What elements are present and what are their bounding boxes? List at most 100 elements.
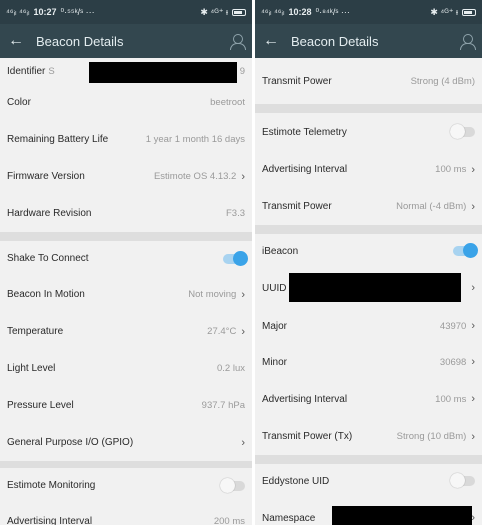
signal-icon: ⁴⁶ᵢₗ ⁴⁶ᵢₗ [6,6,30,17]
adv-interval-row[interactable]: Advertising Interval 200 ms [0,503,252,525]
tx-power-label: Transmit Power [262,75,332,87]
minor-row[interactable]: Minor 30698 › [255,344,482,380]
monitoring-label: Estimote Monitoring [7,480,96,491]
chevron-right-icon: › [241,288,245,301]
temperature-label: Temperature [7,326,64,337]
network-speed: ⁰·⁸⁴ᵏ/ˢ ··· [315,6,350,17]
battery-label: Remaining Battery Life [7,134,109,145]
chevron-right-icon: › [471,356,475,368]
hardware-row: Hardware Revision F3.3 [0,195,252,232]
ibeacon-interval-value: 100 ms [435,393,467,405]
ibeacon-toggle[interactable] [453,243,478,258]
uuid-row[interactable]: UUID › [255,268,482,308]
telemetry-power-label: Transmit Power [262,201,332,212]
telemetry-label: Estimote Telemetry [262,126,347,138]
right-screen: ⁴⁶ᵢₗ ⁴⁶ᵢₗ 10:28 ⁰·⁸⁴ᵏ/ˢ ··· ✱ ⁴ᴳ⁺ ᵻ ← Be… [255,0,482,525]
gpio-row[interactable]: General Purpose I/O (GPIO) › [0,424,252,461]
ibeacon-interval-row[interactable]: Advertising Interval 100 ms › [255,380,482,418]
page-title: Beacon Details [36,33,124,49]
telemetry-interval-value: 100 ms [435,164,467,175]
telemetry-toggle[interactable] [450,124,475,139]
eddystone-label: Eddystone UID [262,475,330,487]
back-arrow-icon[interactable]: ← [8,32,30,50]
section-divider [255,225,482,234]
identifier-value-start: S [48,65,55,77]
battery-row: Remaining Battery Life 1 year 1 month 16… [0,121,252,158]
toggle-knob [450,124,465,139]
light-row: Light Level 0.2 lux [0,350,252,387]
signal-icon: ⁴⁶ᵢₗ ⁴⁶ᵢₗ [261,6,285,17]
temperature-row[interactable]: Temperature 27.4°C › [0,313,252,350]
status-icons: ✱ ⁴ᴳ⁺ ᵻ [430,6,458,17]
motion-value: Not moving [188,289,237,300]
shake-toggle[interactable] [223,250,248,266]
major-row[interactable]: Major 43970 › [255,308,482,344]
page-title: Beacon Details [291,33,379,49]
ibeacon-label: iBeacon [262,245,299,257]
namespace-row[interactable]: Namespace › [255,498,482,525]
firmware-label: Firmware Version [7,171,85,182]
monitoring-toggle[interactable] [220,477,245,493]
section-divider [255,455,482,464]
ibeacon-interval-label: Advertising Interval [262,393,348,405]
left-screen: ⁴⁶ᵢₗ ⁴⁶ᵢₗ 10:27 ⁰·⁵⁵ᵏ/ˢ ··· ✱ ⁴ᴳ⁺ ᵻ ← Be… [0,0,252,525]
ibeacon-power-row[interactable]: Transmit Power (Tx) Strong (10 dBm) › [255,418,482,455]
chevron-right-icon: › [471,282,475,294]
status-time: 10:27 [33,7,57,17]
major-value: 43970 [439,320,467,332]
telemetry-interval-row[interactable]: Advertising Interval 100 ms › [255,151,482,188]
shake-row: Shake To Connect [0,241,252,276]
person-icon[interactable] [460,34,476,50]
gpio-label: General Purpose I/O (GPIO) [7,437,134,448]
light-label: Light Level [7,363,56,374]
app-bar: ← Beacon Details [255,24,482,58]
minor-value: 30698 [439,356,467,368]
pressure-row: Pressure Level 937.7 hPa [0,387,252,424]
app-bar: ← Beacon Details [0,24,252,58]
back-arrow-icon[interactable]: ← [263,32,285,50]
chevron-right-icon: › [471,163,475,176]
identifier-value-end: 9 [239,65,245,77]
chevron-right-icon: › [471,200,475,213]
tx-power-value: Strong (4 dBm) [410,75,475,87]
toggle-knob [463,243,478,258]
telemetry-interval-label: Advertising Interval [262,164,348,175]
battery-icon [232,8,246,16]
chevron-right-icon: › [471,320,475,332]
ibeacon-row: iBeacon [255,234,482,268]
eddystone-row: Eddystone UID [255,464,482,498]
redaction-box [289,273,461,302]
status-time: 10:28 [288,7,312,17]
toggle-knob [233,250,248,266]
temperature-value: 27.4°C [207,326,237,337]
chevron-right-icon: › [241,436,245,449]
toggle-knob [450,473,465,488]
battery-icon [462,8,476,16]
pressure-value: 937.7 hPa [201,400,245,411]
status-icons: ✱ ⁴ᴳ⁺ ᵻ [200,6,228,17]
color-value: beetroot [210,97,245,108]
light-value: 0.2 lux [217,363,245,374]
status-bar: ⁴⁶ᵢₗ ⁴⁶ᵢₗ 10:28 ⁰·⁸⁴ᵏ/ˢ ··· ✱ ⁴ᴳ⁺ ᵻ [255,0,482,24]
eddystone-toggle[interactable] [450,473,475,488]
hardware-label: Hardware Revision [7,208,92,219]
shake-label: Shake To Connect [7,253,89,264]
telemetry-power-row[interactable]: Transmit Power Normal (-4 dBm) › [255,188,482,225]
person-icon[interactable] [230,34,246,50]
motion-row[interactable]: Beacon In Motion Not moving › [0,276,252,313]
battery-value: 1 year 1 month 16 days [145,134,245,145]
tx-power-row[interactable]: Transmit Power Strong (4 dBm) [255,58,482,104]
ibeacon-power-label: Transmit Power (Tx) [262,431,353,442]
chevron-right-icon: › [241,170,245,183]
chevron-right-icon: › [241,325,245,338]
firmware-row[interactable]: Firmware Version Estimote OS 4.13.2 › [0,158,252,195]
minor-label: Minor [262,356,288,368]
identifier-label: Identifier [7,65,46,77]
namespace-label: Namespace [262,512,316,524]
chevron-right-icon: › [471,430,475,443]
major-label: Major [262,320,288,332]
toggle-knob [220,477,235,493]
pressure-label: Pressure Level [7,400,74,411]
section-divider [255,104,482,113]
adv-interval-label: Advertising Interval [7,516,93,525]
